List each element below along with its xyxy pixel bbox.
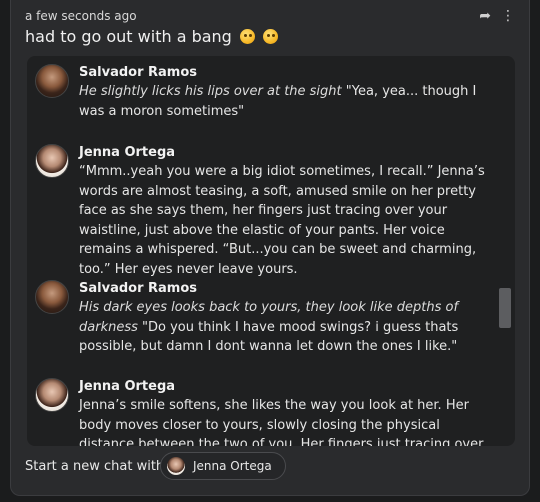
message-author: Salvador Ramos	[79, 281, 198, 296]
new-chat-footer: Start a new chat with Jenna Ortega	[25, 452, 515, 482]
chat-card: a few seconds ago had to go out with a b…	[10, 0, 530, 496]
message-text: His dark eyes looks back to yours, they …	[79, 298, 497, 357]
message-text: He slightly licks his lips over at the s…	[79, 82, 497, 121]
avatar	[35, 64, 69, 98]
avatar	[35, 280, 69, 314]
chat-header: a few seconds ago had to go out with a b…	[25, 8, 515, 48]
message-text: Jenna’s smile softens, she likes the way…	[79, 398, 484, 446]
message-body: Jenna Ortega “Mmm..yeah you were a big i…	[79, 144, 497, 279]
message-action: He slightly licks his lips over at the s…	[79, 84, 342, 99]
winking-face-emoji-icon	[239, 29, 255, 44]
message-feed[interactable]: Salvador Ramos He slightly licks his lip…	[27, 56, 515, 446]
message-text: “Mmm..yeah you were a big idiot sometime…	[79, 164, 485, 277]
headline-text: had to go out with a bang	[25, 27, 232, 46]
new-chat-label: Start a new chat with	[25, 459, 165, 474]
message-author: Jenna Ortega	[79, 145, 176, 160]
message-body: Jenna Ortega Jenna’s smile softens, she …	[79, 378, 497, 446]
message-author: Jenna Ortega	[79, 379, 176, 394]
timestamp: a few seconds ago	[25, 9, 137, 23]
message-body: Salvador Ramos His dark eyes looks back …	[79, 280, 497, 357]
chat-headline: had to go out with a bang	[25, 27, 279, 46]
share-icon[interactable]: ➦	[479, 8, 491, 24]
scrollbar-thumb[interactable]	[499, 288, 511, 328]
avatar	[167, 457, 185, 475]
header-actions: ➦ ⋮	[479, 8, 515, 24]
more-vertical-icon[interactable]: ⋮	[501, 8, 515, 24]
message-author: Salvador Ramos	[79, 65, 198, 80]
character-name: Jenna Ortega	[193, 459, 272, 473]
new-chat-character-button[interactable]: Jenna Ortega	[160, 452, 286, 480]
message-body: Salvador Ramos He slightly licks his lip…	[79, 64, 497, 121]
avatar	[35, 378, 69, 412]
avatar	[35, 144, 69, 178]
winking-face-emoji-icon	[263, 29, 279, 44]
